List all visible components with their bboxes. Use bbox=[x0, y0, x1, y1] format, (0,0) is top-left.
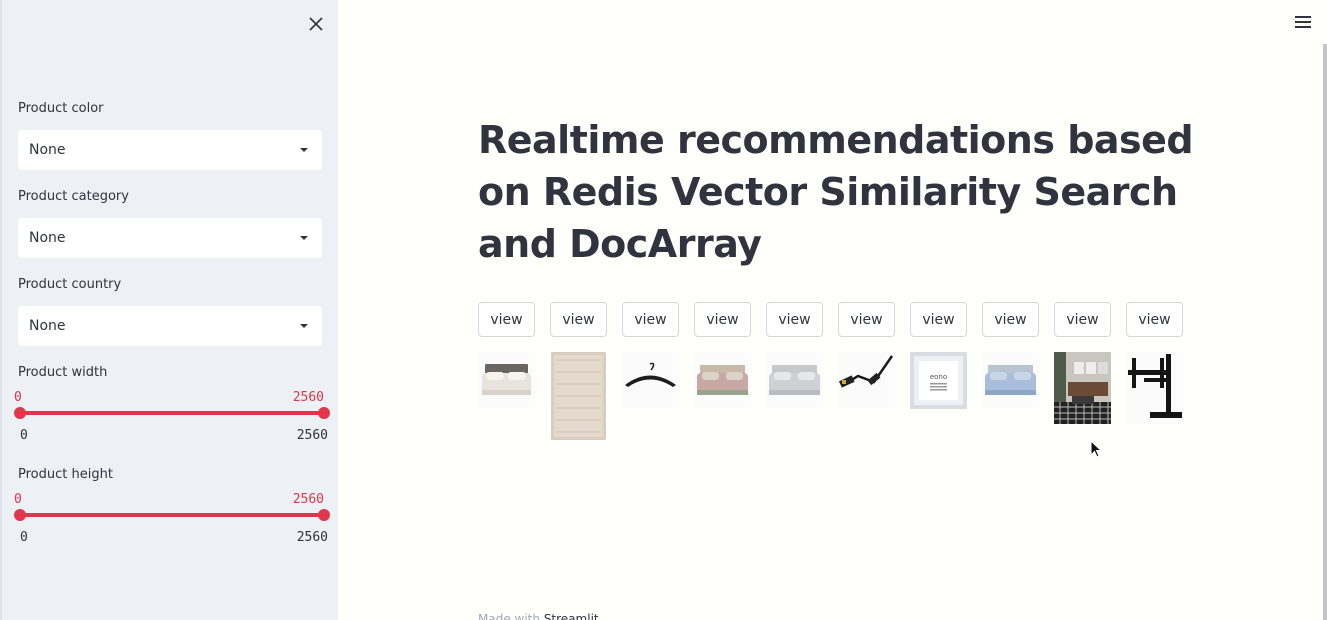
product-width-slider: Product width 0 2560 0 2560 bbox=[14, 364, 330, 454]
picture-frame-image: eono bbox=[910, 352, 967, 409]
product-country-select[interactable]: None bbox=[18, 306, 322, 346]
chevron-down-icon bbox=[300, 324, 308, 328]
view-button[interactable]: view bbox=[838, 302, 895, 337]
view-button[interactable]: view bbox=[1054, 302, 1111, 337]
height-slider-thumb-high[interactable] bbox=[318, 509, 330, 521]
rug-image bbox=[551, 352, 606, 440]
footer-prefix: Made with bbox=[478, 612, 540, 620]
product-color-value: None bbox=[29, 142, 66, 158]
product-image[interactable] bbox=[766, 352, 823, 440]
width-max: 2560 bbox=[296, 428, 328, 443]
width-slider-track[interactable] bbox=[20, 411, 324, 415]
view-button[interactable]: view bbox=[622, 302, 679, 337]
view-button[interactable]: view bbox=[982, 302, 1039, 337]
product-card: view bbox=[622, 302, 680, 408]
product-country-label: Product country bbox=[18, 277, 122, 292]
product-category-label: Product category bbox=[18, 189, 129, 204]
product-card: view bbox=[766, 302, 824, 408]
product-country-field: Product country None bbox=[18, 276, 322, 346]
bed-pink-image bbox=[694, 352, 751, 408]
height-selected-low: 0 bbox=[14, 492, 22, 507]
footer: Made with Streamlit bbox=[478, 612, 599, 620]
product-image[interactable] bbox=[1054, 352, 1111, 440]
product-card: view bbox=[550, 302, 608, 440]
usb-cable-image bbox=[838, 352, 895, 408]
chevron-down-icon bbox=[300, 236, 308, 240]
svg-text:eono: eono bbox=[930, 373, 947, 381]
width-min: 0 bbox=[20, 428, 28, 443]
view-button[interactable]: view bbox=[550, 302, 607, 337]
product-color-label: Product color bbox=[18, 101, 104, 116]
product-category-field: Product category None bbox=[18, 188, 322, 258]
mouse-cursor-icon bbox=[1090, 440, 1102, 458]
height-slider-track[interactable] bbox=[20, 513, 324, 517]
bed-blue-image bbox=[982, 352, 1039, 408]
product-image[interactable] bbox=[622, 352, 679, 440]
product-category-value: None bbox=[29, 230, 66, 246]
product-height-selected: 0 2560 bbox=[14, 492, 324, 510]
hanger-image bbox=[622, 352, 679, 408]
product-image[interactable] bbox=[550, 352, 607, 440]
view-button[interactable]: view bbox=[910, 302, 967, 337]
tv-stand-image bbox=[1126, 352, 1183, 424]
product-height-label: Product height bbox=[18, 467, 113, 482]
height-max: 2560 bbox=[296, 530, 328, 545]
product-width-selected: 0 2560 bbox=[14, 390, 324, 408]
height-selected-high: 2560 bbox=[292, 492, 324, 507]
product-color-field: Product color None bbox=[18, 100, 322, 170]
product-category-select[interactable]: None bbox=[18, 218, 322, 258]
streamlit-link[interactable]: Streamlit bbox=[544, 612, 599, 620]
sidebar: Product color None Product category None… bbox=[0, 0, 338, 620]
product-card: view bbox=[1054, 302, 1112, 424]
living-room-image bbox=[1054, 352, 1111, 424]
view-button[interactable]: view bbox=[766, 302, 823, 337]
product-width-label: Product width bbox=[18, 365, 108, 380]
view-button[interactable]: view bbox=[1126, 302, 1183, 337]
product-image[interactable] bbox=[982, 352, 1039, 440]
bed-grey-image bbox=[766, 352, 823, 408]
product-card: view bbox=[838, 302, 896, 408]
product-height-slider: Product height 0 2560 0 2560 bbox=[14, 466, 330, 556]
hamburger-menu-icon[interactable] bbox=[1295, 16, 1311, 30]
page-title: Realtime recommendations based on Redis … bbox=[478, 118, 1194, 266]
view-button[interactable]: view bbox=[478, 302, 535, 337]
product-image[interactable]: eono bbox=[910, 352, 967, 440]
width-slider-thumb-high[interactable] bbox=[318, 407, 330, 419]
close-icon[interactable] bbox=[306, 14, 326, 34]
width-selected-low: 0 bbox=[14, 390, 22, 405]
product-card: view bbox=[1126, 302, 1184, 424]
height-slider-thumb-low[interactable] bbox=[14, 509, 26, 521]
width-slider-thumb-low[interactable] bbox=[14, 407, 26, 419]
product-card: view bbox=[982, 302, 1040, 408]
height-min: 0 bbox=[20, 530, 28, 545]
product-image[interactable] bbox=[694, 352, 751, 440]
product-image[interactable] bbox=[478, 352, 535, 440]
chevron-down-icon bbox=[300, 148, 308, 152]
view-button[interactable]: view bbox=[694, 302, 751, 337]
product-image[interactable] bbox=[838, 352, 895, 440]
width-selected-high: 2560 bbox=[292, 390, 324, 405]
scrollbar[interactable] bbox=[1323, 44, 1327, 620]
product-card: view bbox=[478, 302, 536, 408]
product-card: view bbox=[694, 302, 752, 408]
product-image[interactable] bbox=[1126, 352, 1183, 440]
product-country-value: None bbox=[29, 318, 66, 334]
product-card: view eono bbox=[910, 302, 968, 409]
bed-white-image bbox=[478, 352, 535, 408]
product-color-select[interactable]: None bbox=[18, 130, 322, 170]
